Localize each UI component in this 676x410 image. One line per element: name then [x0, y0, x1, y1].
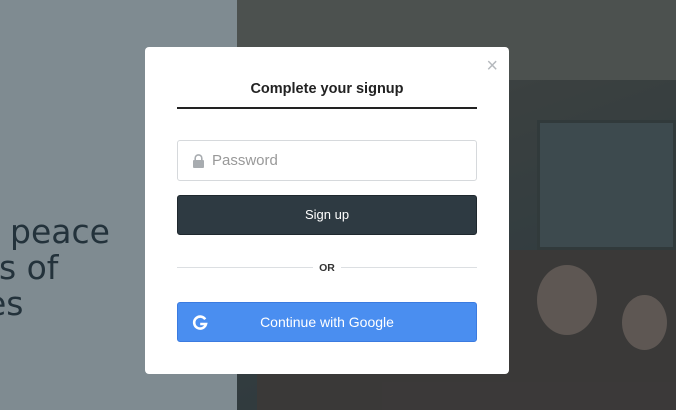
or-label: OR: [319, 262, 335, 274]
close-icon[interactable]: ×: [486, 56, 498, 76]
hero-heading: r peace ts of es: [0, 214, 146, 322]
sign-up-button[interactable]: Sign up: [177, 195, 477, 235]
title-underline: [177, 107, 477, 109]
hero-line: es: [0, 284, 24, 323]
hero-line: ts of: [0, 248, 59, 287]
password-input[interactable]: [212, 141, 474, 180]
or-divider: OR: [177, 261, 477, 275]
password-field[interactable]: [177, 140, 477, 181]
continue-with-google-button[interactable]: Continue with Google: [177, 302, 477, 342]
divider-line: [341, 267, 477, 268]
hero-line: r peace: [0, 212, 110, 251]
google-button-label: Continue with Google: [260, 314, 394, 330]
modal-title: Complete your signup: [250, 81, 404, 97]
lock-icon: [193, 154, 204, 168]
signup-modal: × Complete your signup Sign up OR Contin…: [145, 47, 509, 374]
